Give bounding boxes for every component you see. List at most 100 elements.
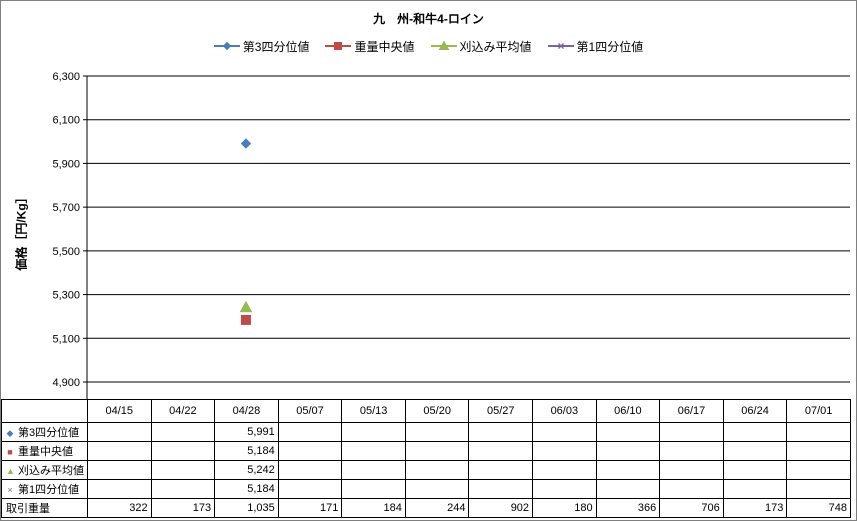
chart-frame: 九 州-和牛4-ロイン 第3四分位値 重量中央値 刈込み平均値 第1四分位値 4,90… — [0, 0, 857, 521]
table-cell: 184 — [341, 498, 406, 518]
table-cell: 173 — [722, 498, 788, 518]
table-cell — [341, 460, 406, 480]
x-tick-label: 06/17 — [659, 399, 724, 423]
table-cell — [277, 479, 343, 499]
table-cell — [595, 441, 661, 461]
table-cell — [468, 479, 534, 499]
table-cell — [659, 422, 724, 442]
table-cell: 322 — [87, 498, 152, 518]
x-tick-label: 05/20 — [404, 399, 470, 423]
table-cell — [722, 460, 788, 480]
x-tick-label: 06/10 — [595, 399, 661, 423]
data-table: 04/15 04/22 04/28 05/07 05/13 05/20 05/27 06/03… — [1, 399, 851, 518]
x-tick-label: 04/22 — [150, 399, 216, 423]
x-tick-label: 04/15 — [87, 399, 152, 423]
table-row-volume: 取引重量 322 173 1,035 171 184 244 902 180 366 706 173 7… — [1, 498, 851, 518]
x-tick-label: 05/27 — [468, 399, 534, 423]
table-cell — [786, 422, 851, 442]
x-tick-label: 04/28 — [214, 399, 279, 423]
table-cell — [786, 460, 851, 480]
table-cell: 244 — [404, 498, 470, 518]
y-tick-label: 4,900 — [52, 377, 80, 389]
table-cell: 902 — [468, 498, 534, 518]
x-tick-label: 05/07 — [277, 399, 343, 423]
table-cell — [341, 441, 406, 461]
table-cell — [87, 460, 152, 480]
table-cell — [786, 479, 851, 499]
table-cell — [341, 479, 406, 499]
table-cell: 706 — [659, 498, 724, 518]
x-tick-label: 07/01 — [786, 399, 851, 423]
table-cell — [532, 479, 597, 499]
table-row: ◆ 第3四分位値 5,991 — [1, 422, 851, 442]
row-label: 刈込み平均値 — [18, 465, 84, 477]
table-header-row: 04/15 04/22 04/28 05/07 05/13 05/20 05/27 06/03… — [1, 399, 851, 423]
y-tick-label: 5,500 — [52, 246, 80, 258]
table-row: × 第1四分位値 5,184 — [1, 479, 851, 499]
table-cell — [150, 441, 216, 461]
row-label: 第1四分位値 — [18, 484, 80, 496]
table-cell — [595, 479, 661, 499]
table-cell — [659, 441, 724, 461]
y-tick-label: 5,900 — [52, 158, 80, 170]
table-cell — [277, 441, 343, 461]
table-cell: 1,035 — [214, 498, 279, 518]
table-cell: 180 — [532, 498, 597, 518]
table-cell: 173 — [150, 498, 216, 518]
y-tick-label: 6,300 — [52, 71, 80, 83]
data-point-square — [240, 314, 251, 325]
table-cell: 748 — [786, 498, 851, 518]
table-cell: 366 — [595, 498, 661, 518]
table-cell — [404, 422, 470, 442]
table-cell — [150, 460, 216, 480]
table-cell — [87, 479, 152, 499]
y-tick-label: 5,300 — [52, 290, 80, 302]
table-cell — [150, 422, 216, 442]
x-marker-icon: × — [7, 485, 13, 495]
table-cell — [277, 460, 343, 480]
data-point-diamond — [240, 138, 252, 149]
row-label: 重量中央値 — [18, 446, 73, 458]
table-cell — [404, 479, 470, 499]
row-label-cell: ◆ 第3四分位値 — [1, 422, 88, 442]
row-label-cell: ■ 重量中央値 — [1, 441, 88, 461]
row-label: 第3四分位値 — [18, 427, 80, 439]
x-tick-label: 06/24 — [722, 399, 788, 423]
row-label-cell: ▲ 刈込み平均値 — [1, 460, 88, 480]
table-cell — [277, 422, 343, 442]
table-cell — [722, 479, 788, 499]
table-cell: 5,184 — [214, 479, 279, 499]
y-tick-label: 5,100 — [52, 333, 80, 345]
table-cell: 5,242 — [214, 460, 279, 480]
table-cell: 5,991 — [214, 422, 279, 442]
table-row: ▲ 刈込み平均値 5,242 — [1, 460, 851, 480]
table-cell — [87, 441, 152, 461]
table-cell — [468, 460, 534, 480]
table-cell: 171 — [277, 498, 343, 518]
square-marker-icon: ■ — [7, 447, 13, 457]
table-cell: 5,184 — [214, 441, 279, 461]
row-label-cell: × 第1四分位値 — [1, 479, 88, 499]
table-cell — [722, 441, 788, 461]
table-cell — [722, 422, 788, 442]
data-point-triangle — [239, 300, 253, 313]
table-cell — [786, 441, 851, 461]
table-cell — [341, 422, 406, 442]
table-cell — [87, 422, 152, 442]
table-corner-cell — [1, 399, 88, 423]
x-tick-label: 06/03 — [532, 399, 597, 423]
table-cell — [595, 460, 661, 480]
table-cell — [404, 460, 470, 480]
table-cell — [659, 479, 724, 499]
diamond-marker-icon: ◆ — [6, 428, 14, 438]
table-cell — [468, 422, 534, 442]
plot-area: 4,900 5,100 5,300 5,500 5,700 5,900 6,100 6,300 — [52, 71, 850, 399]
table-cell — [532, 460, 597, 480]
table-cell — [659, 460, 724, 480]
table-row: ■ 重量中央値 5,184 — [1, 441, 851, 461]
table-cell — [532, 441, 597, 461]
row-label: 取引重量 — [1, 498, 88, 518]
table-cell — [595, 422, 661, 442]
y-axis-label: 価格［円/Kg］ — [14, 191, 29, 271]
table-cell — [468, 441, 534, 461]
